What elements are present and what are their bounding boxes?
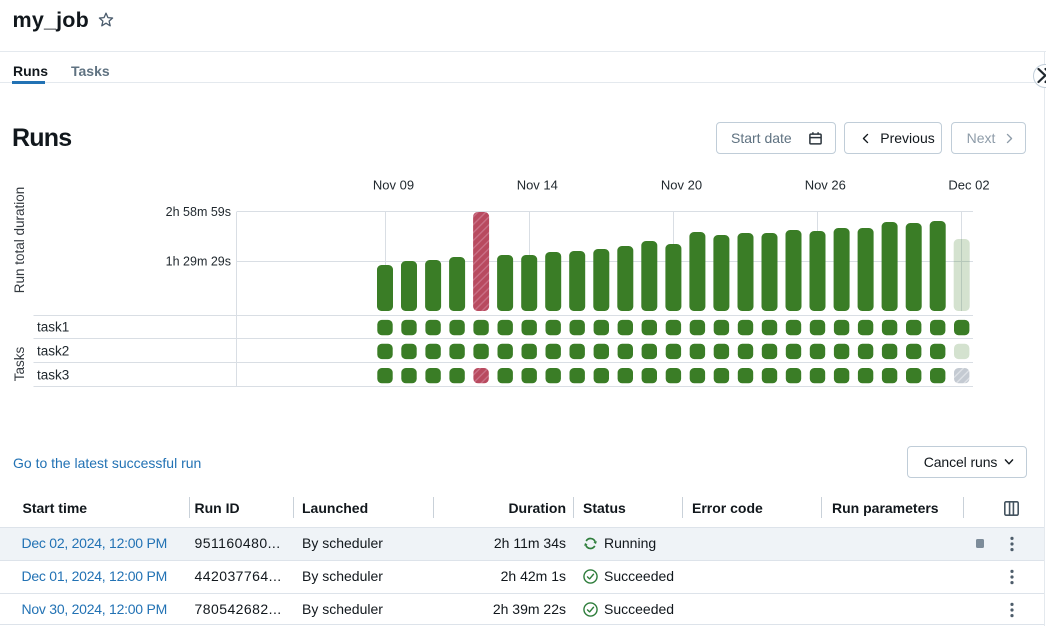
svg-text:task1: task1	[37, 320, 69, 335]
svg-text:Dec 02: Dec 02	[948, 178, 989, 193]
svg-text:Nov 26: Nov 26	[805, 178, 846, 193]
svg-text:Nov 09: Nov 09	[373, 178, 414, 193]
svg-text:2h 58m 59s: 2h 58m 59s	[166, 205, 231, 219]
svg-text:1h 29m 29s: 1h 29m 29s	[166, 255, 231, 269]
svg-text:Run total duration: Run total duration	[12, 187, 27, 294]
svg-text:task2: task2	[37, 343, 69, 358]
svg-text:Nov 14: Nov 14	[517, 178, 558, 193]
svg-text:Tasks: Tasks	[12, 346, 27, 381]
svg-text:Nov 20: Nov 20	[661, 178, 702, 193]
svg-text:task3: task3	[37, 368, 69, 383]
